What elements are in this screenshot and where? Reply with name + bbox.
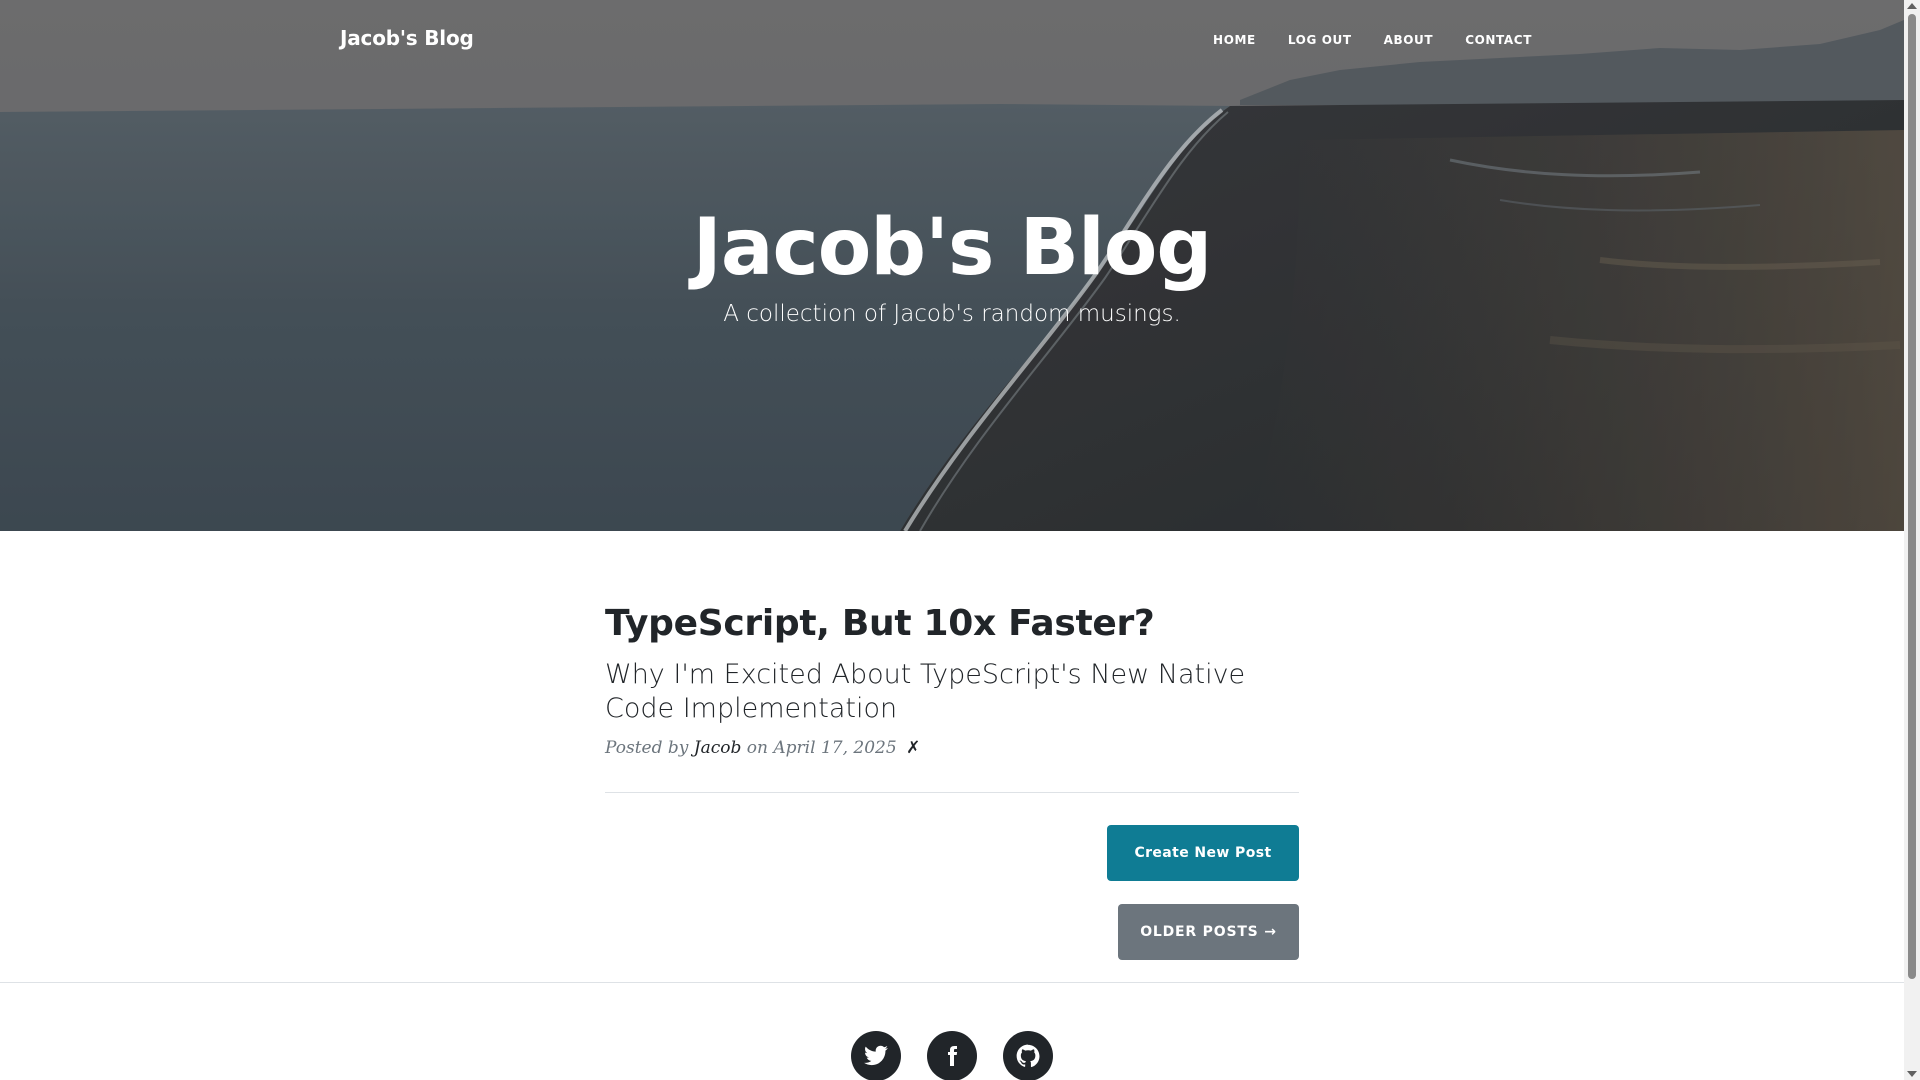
nav-about-link[interactable]: ABOUT (1368, 33, 1450, 47)
scroll-up-arrow-icon[interactable] (1907, 3, 1917, 9)
nav-contact-link[interactable]: CONTACT (1449, 33, 1548, 47)
navbar: Jacob's Blog HOME LOG OUT ABOUT CONTACT (0, 0, 1904, 80)
facebook-icon (948, 1046, 958, 1066)
post-list: TypeScript, But 10x Faster? Why I'm Exci… (605, 600, 1299, 960)
post-title[interactable]: TypeScript, But 10x Faster? (605, 600, 1299, 648)
nav-home-link[interactable]: HOME (1197, 33, 1272, 47)
masthead: Jacob's Blog HOME LOG OUT ABOUT CONTACT … (0, 0, 1904, 531)
post-link[interactable]: TypeScript, But 10x Faster? Why I'm Exci… (605, 600, 1299, 726)
nav-logout-link[interactable]: LOG OUT (1272, 33, 1368, 47)
facebook-link[interactable] (927, 1031, 977, 1080)
social-links (851, 1031, 1053, 1080)
post-meta-on: on (746, 738, 768, 758)
footer-divider (0, 982, 1904, 983)
post-divider (605, 792, 1299, 793)
scroll-down-arrow-icon[interactable] (1907, 1071, 1917, 1077)
site-heading: Jacob's Blog A collection of Jacob's ran… (0, 200, 1904, 332)
vertical-scrollbar[interactable] (1904, 0, 1920, 1080)
github-link[interactable] (1003, 1031, 1053, 1080)
github-icon (1016, 1044, 1040, 1068)
post-meta-prefix: Posted by (605, 738, 689, 758)
hero-subtitle: A collection of Jacob's random musings. (723, 301, 1181, 327)
scroll-thumb[interactable] (1908, 14, 1916, 979)
page: Jacob's Blog HOME LOG OUT ABOUT CONTACT … (0, 0, 1904, 1080)
post-meta: Posted by Jacob on April 17, 2025 ✗ (605, 738, 1299, 758)
older-posts-button[interactable]: OLDER POSTS → (1118, 904, 1299, 960)
delete-post-icon[interactable]: ✗ (906, 738, 920, 758)
hero-title: Jacob's Blog (692, 203, 1212, 293)
navbar-brand-link[interactable]: Jacob's Blog (340, 26, 474, 50)
post-subtitle[interactable]: Why I'm Excited About TypeScript's New N… (605, 658, 1299, 726)
create-new-post-button[interactable]: Create New Post (1107, 825, 1299, 881)
post-date: April 17, 2025 (773, 738, 897, 758)
post-preview: TypeScript, But 10x Faster? Why I'm Exci… (605, 600, 1299, 758)
twitter-icon (864, 1045, 888, 1066)
post-author-link[interactable]: Jacob (694, 738, 742, 758)
nav-links: HOME LOG OUT ABOUT CONTACT (1197, 33, 1548, 47)
twitter-link[interactable] (851, 1031, 901, 1080)
